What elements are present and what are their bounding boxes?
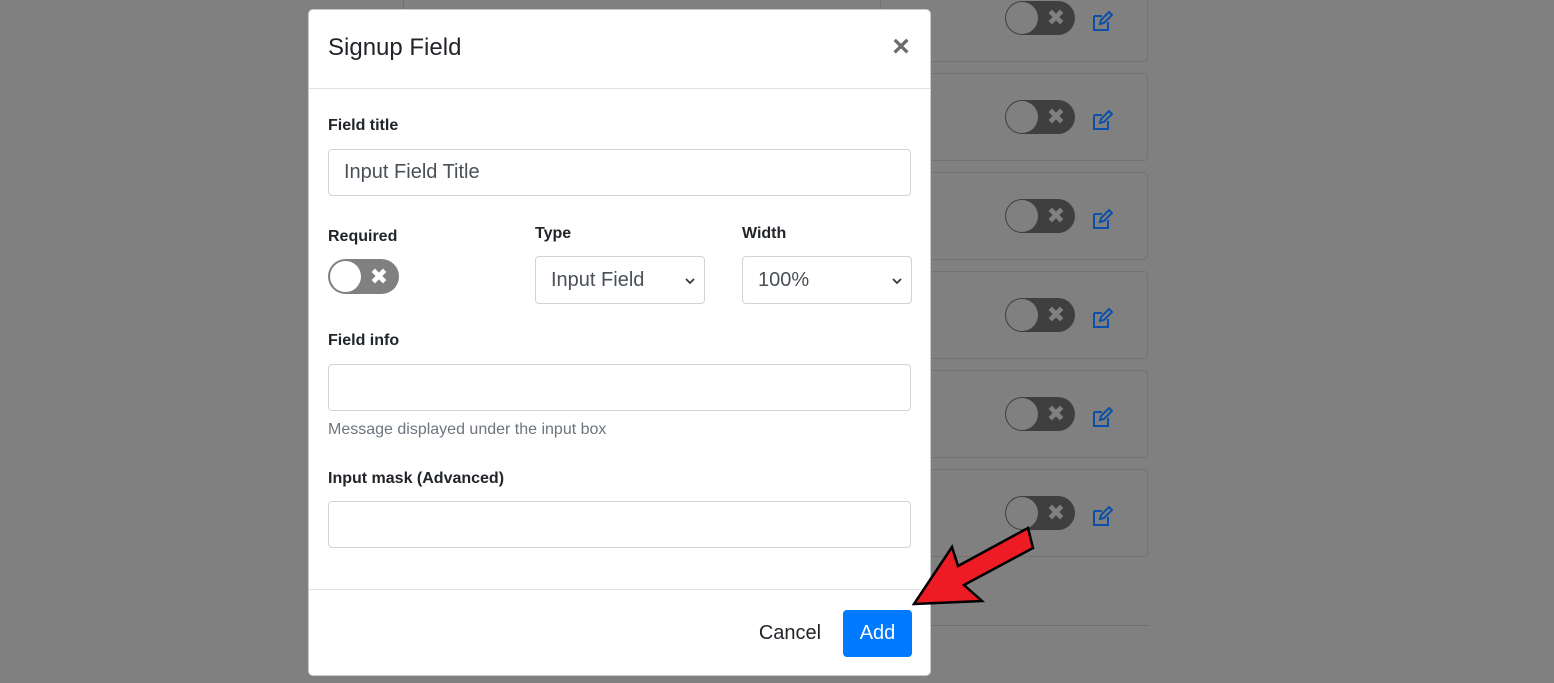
type-select[interactable]: Input Field: [535, 256, 705, 304]
background-toggle: ✖: [1005, 100, 1075, 134]
input-mask-input[interactable]: [328, 501, 911, 548]
edit-icon: [1093, 11, 1113, 31]
modal-header: Signup Field ×: [309, 10, 930, 89]
chevron-down-icon: [892, 278, 902, 285]
close-icon: ✖: [1046, 104, 1066, 129]
background-toggle: ✖: [1005, 1, 1075, 35]
signup-field-modal: Signup Field × Field title Required ✖ Ty…: [308, 9, 931, 676]
add-button[interactable]: Add: [843, 610, 912, 657]
required-toggle[interactable]: ✖: [328, 259, 399, 294]
width-label: Width: [742, 225, 787, 242]
close-button[interactable]: ×: [887, 32, 915, 62]
background-toggle: ✖: [1005, 397, 1075, 431]
modal-title: Signup Field: [328, 34, 462, 61]
red-arrow-icon: [911, 526, 1035, 606]
type-select-value: Input Field: [551, 269, 645, 291]
width-select[interactable]: 100%: [742, 256, 912, 304]
required-label: Required: [328, 228, 398, 245]
field-title-input[interactable]: [328, 149, 911, 196]
input-mask-label: Input mask (Advanced): [328, 470, 505, 487]
edit-icon: [1093, 506, 1113, 526]
field-info-label: Field info: [328, 332, 400, 349]
cancel-button[interactable]: Cancel: [745, 610, 835, 657]
background-toggle: ✖: [1005, 199, 1075, 233]
chevron-down-icon: [685, 278, 695, 285]
edit-icon: [1093, 308, 1113, 328]
width-select-value: 100%: [758, 269, 810, 291]
edit-icon: [1093, 209, 1113, 229]
background-toggle: ✖: [1005, 298, 1075, 332]
background-divider: [931, 625, 1149, 626]
close-icon: ✖: [369, 264, 389, 289]
edit-icon: [1093, 110, 1113, 130]
type-label: Type: [535, 225, 572, 242]
close-icon: ✖: [1046, 401, 1066, 426]
edit-icon: [1093, 407, 1113, 427]
field-title-label: Field title: [328, 117, 399, 134]
close-icon: ✖: [1046, 5, 1066, 30]
field-info-input[interactable]: [328, 364, 911, 411]
toggle-knob: [330, 261, 361, 292]
close-icon: ✖: [1046, 302, 1066, 327]
modal-footer: Cancel Add: [309, 589, 930, 676]
close-icon: ✖: [1046, 500, 1066, 525]
field-info-help-text: Message displayed under the input box: [328, 421, 607, 438]
close-icon: ✖: [1046, 203, 1066, 228]
